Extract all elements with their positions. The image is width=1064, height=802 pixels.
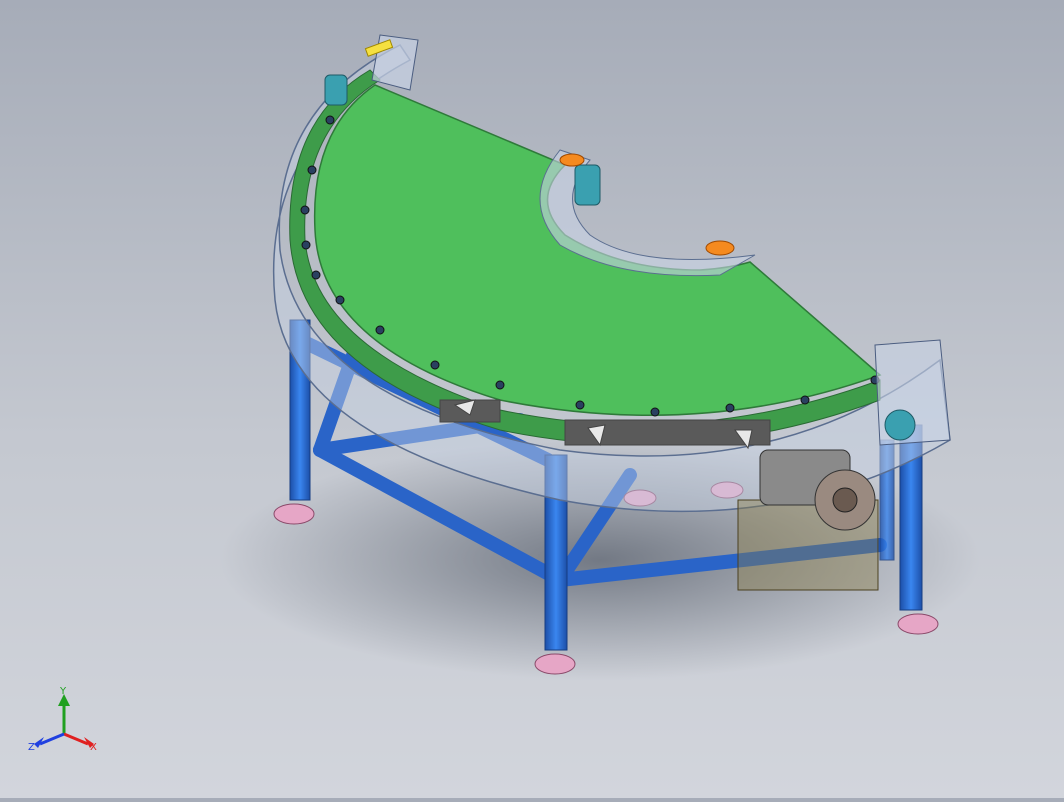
bearing-inner bbox=[574, 164, 601, 206]
conveyor-model[interactable] bbox=[0, 0, 1064, 798]
foot-front-center bbox=[534, 653, 576, 675]
triad-y-label: Y bbox=[59, 686, 67, 697]
bearing-top bbox=[324, 74, 348, 106]
bearing-right bbox=[884, 409, 916, 441]
coordinate-triad-icon: Y X Z bbox=[24, 682, 108, 762]
triad-z-axis bbox=[39, 732, 65, 746]
cad-viewport[interactable]: Y X Z bbox=[0, 0, 1064, 798]
foot-rear-left bbox=[273, 503, 315, 525]
triad-x-label: X bbox=[90, 742, 97, 753]
foot-front-right bbox=[897, 613, 939, 635]
triad-z-label: Z bbox=[28, 742, 35, 753]
triad-x-axis bbox=[63, 732, 89, 746]
motor-hub bbox=[832, 487, 858, 513]
